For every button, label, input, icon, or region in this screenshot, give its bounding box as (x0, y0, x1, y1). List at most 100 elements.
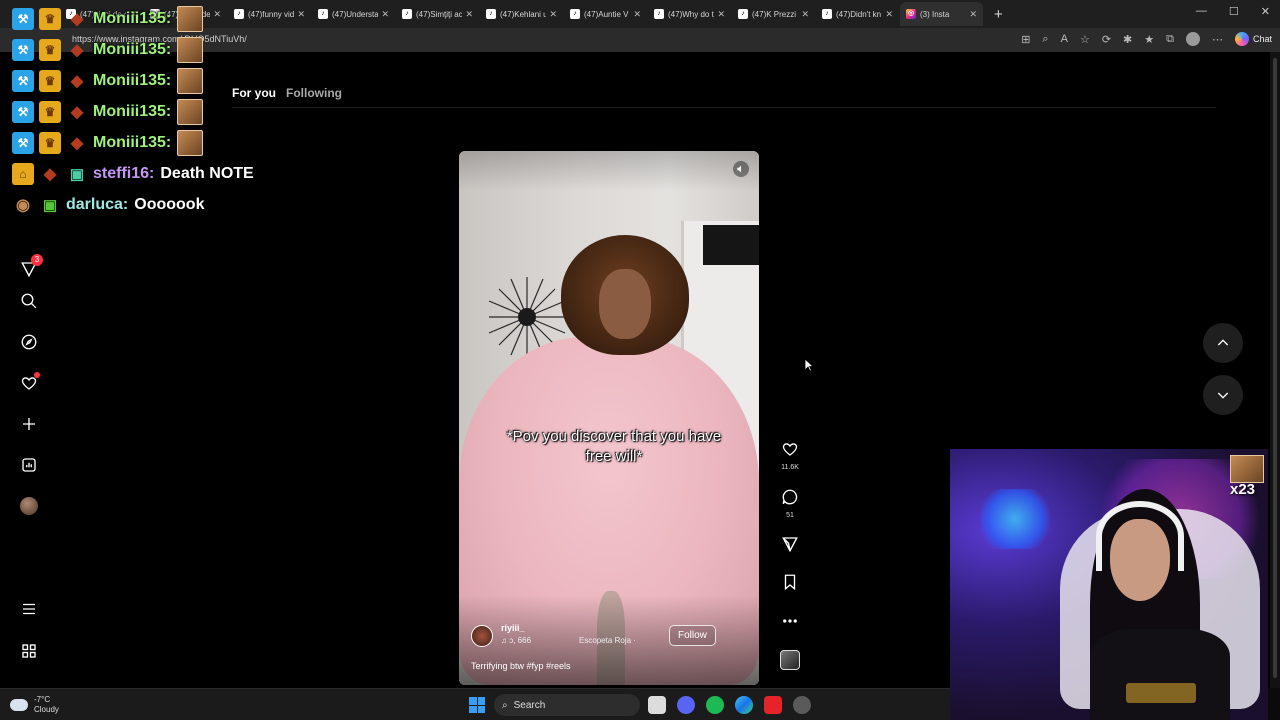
minimize-button[interactable]: — (1196, 5, 1207, 18)
messages-icon[interactable]: 3 (18, 254, 43, 280)
browser-tab[interactable]: ♪ (47)K Prezzi l ✕ (732, 2, 815, 26)
more-options-button[interactable] (778, 612, 802, 635)
tab-following[interactable]: Following (286, 86, 342, 100)
profile-avatar[interactable] (1185, 32, 1200, 46)
spotify-icon[interactable] (706, 696, 724, 714)
mod-badge-icon: ⚒ (12, 101, 34, 123)
author-username[interactable]: riyiii_ (501, 623, 525, 633)
chat-username: Moniii135: (93, 41, 172, 58)
tiktok-icon: ♪ (738, 9, 748, 19)
comment-button[interactable]: 51 (778, 488, 802, 519)
badge-emote-icon: ◆ (43, 166, 57, 183)
reel-video[interactable]: *Pov you discover that you have free wil… (459, 151, 759, 685)
search-icon[interactable] (18, 290, 40, 312)
tiktok-icon: ♪ (822, 9, 832, 19)
reel-caption: Terrifying btw #fyp #reels (471, 661, 571, 671)
author-avatar[interactable] (471, 625, 493, 647)
tab-title: (47)Kehlani u (500, 9, 547, 19)
new-tab-button[interactable]: + (994, 6, 1003, 23)
browser-tab[interactable]: ♪ (47)Understa ✕ (312, 2, 395, 26)
save-button[interactable] (778, 573, 802, 596)
close-tab-icon[interactable]: ✕ (717, 9, 725, 20)
close-window-button[interactable]: ✕ (1261, 5, 1270, 18)
more-menu-icon[interactable]: ⋯ (1212, 33, 1223, 46)
scrollbar-thumb[interactable] (1273, 58, 1277, 678)
refresh-icon[interactable]: ⟳ (1102, 33, 1111, 46)
chat-username: steffi16: (93, 165, 155, 182)
notifications-heart-icon[interactable] (18, 372, 40, 394)
follow-button[interactable]: Follow (669, 625, 716, 646)
browser-tab[interactable]: ♪ (47)Simţiţi ac ✕ (396, 2, 479, 26)
edge-icon[interactable] (735, 696, 753, 714)
dashboard-icon[interactable] (18, 454, 40, 476)
browser-tab[interactable]: ♪ (47)Didn't kn ✕ (816, 2, 899, 26)
explore-icon[interactable] (18, 331, 40, 353)
like-button[interactable]: 11.6K (778, 440, 802, 471)
page-scrollbar[interactable] (1270, 52, 1280, 688)
mute-button[interactable] (733, 161, 749, 177)
app-red-icon[interactable] (764, 696, 782, 714)
browser-tab[interactable]: ◎ (3) Insta ✕ (900, 2, 983, 26)
start-button[interactable] (469, 697, 485, 713)
collections-icon[interactable]: ⧉ (1166, 33, 1174, 46)
close-tab-icon[interactable]: ✕ (213, 9, 221, 20)
close-tab-icon[interactable]: ✕ (381, 9, 389, 20)
video-shade-top (459, 151, 759, 191)
close-tab-icon[interactable]: ✕ (465, 9, 473, 20)
close-tab-icon[interactable]: ✕ (297, 9, 305, 20)
extensions-icon[interactable]: ✱ (1123, 33, 1132, 46)
gift-badge-icon: ▣ (69, 166, 85, 183)
browser-tab[interactable]: ♪ (47)funny vid ✕ (228, 2, 311, 26)
browser-tab[interactable]: ♪ (47)Why do t ✕ (648, 2, 731, 26)
share-button[interactable] (778, 535, 802, 558)
profile-avatar-link[interactable] (18, 495, 40, 517)
chevron-up-icon (1217, 339, 1229, 346)
close-tab-icon[interactable]: ✕ (633, 9, 641, 20)
tab-for-you[interactable]: For you (232, 86, 276, 100)
video-tv (703, 225, 759, 265)
heart-icon (782, 443, 798, 456)
webcam-shirt-print (1126, 683, 1196, 703)
zoom-icon[interactable]: ⌕ (1042, 33, 1048, 46)
hamburger-menu-icon[interactable] (18, 598, 40, 620)
close-tab-icon[interactable]: ✕ (801, 9, 809, 20)
task-view-icon[interactable] (648, 696, 666, 714)
taskbar-search[interactable]: ⌕ Search (494, 694, 640, 716)
create-plus-icon[interactable] (18, 413, 40, 435)
obs-icon[interactable] (793, 696, 811, 714)
tab-title: (47)Didn't kn (836, 9, 882, 19)
previous-reel-button[interactable] (1203, 323, 1243, 363)
apps-icon[interactable]: ⊞ (1021, 33, 1030, 46)
windows-taskbar: -7°C Cloudy ⌕ Search (0, 688, 950, 720)
crown-badge-icon: ♛ (39, 70, 61, 92)
chat-text: Death NOTE (160, 165, 254, 182)
audio-track[interactable]: Escopeta Roja · (579, 636, 636, 645)
audio-thumbnail-button[interactable] (778, 650, 802, 670)
browser-tab[interactable]: ♪ (47)Auntie V ✕ (564, 2, 647, 26)
copilot-button[interactable]: Chat (1234, 32, 1272, 46)
close-tab-icon[interactable]: ✕ (549, 9, 557, 20)
comment-icon (782, 489, 798, 505)
next-reel-button[interactable] (1203, 375, 1243, 415)
favorites-icon[interactable]: ★ (1144, 33, 1154, 46)
discord-icon[interactable] (677, 696, 695, 714)
weather-widget[interactable]: -7°C Cloudy (10, 695, 59, 715)
chat-message: ◉ ▣ darluca: Ooooook (12, 192, 204, 218)
close-tab-icon[interactable]: ✕ (969, 9, 977, 20)
reel-author-row: riyiii_ ♫ ɔ, 666 Escopeta Roja · Follow (471, 623, 747, 653)
read-aloud-icon[interactable]: A (1061, 33, 1068, 45)
badge-emote-icon: ◆ (70, 104, 84, 121)
weather-text: -7°C Cloudy (34, 695, 59, 715)
chat-username: Moniii135: (93, 10, 172, 27)
mod-badge-icon: ⚒ (12, 8, 34, 30)
favorite-star-icon[interactable]: ☆ (1080, 33, 1090, 46)
home-badge-icon: ⌂ (12, 163, 34, 185)
maximize-button[interactable]: ☐ (1229, 5, 1239, 18)
also-from-meta-icon[interactable] (18, 640, 40, 662)
webcam-headset (1096, 501, 1184, 571)
browser-tab[interactable]: ♪ (47)Kehlani u ✕ (480, 2, 563, 26)
chat-emote-image (177, 130, 204, 156)
audio-info[interactable]: ♫ ɔ, 666 (501, 636, 531, 645)
copilot-icon (1234, 32, 1249, 46)
close-tab-icon[interactable]: ✕ (885, 9, 893, 20)
